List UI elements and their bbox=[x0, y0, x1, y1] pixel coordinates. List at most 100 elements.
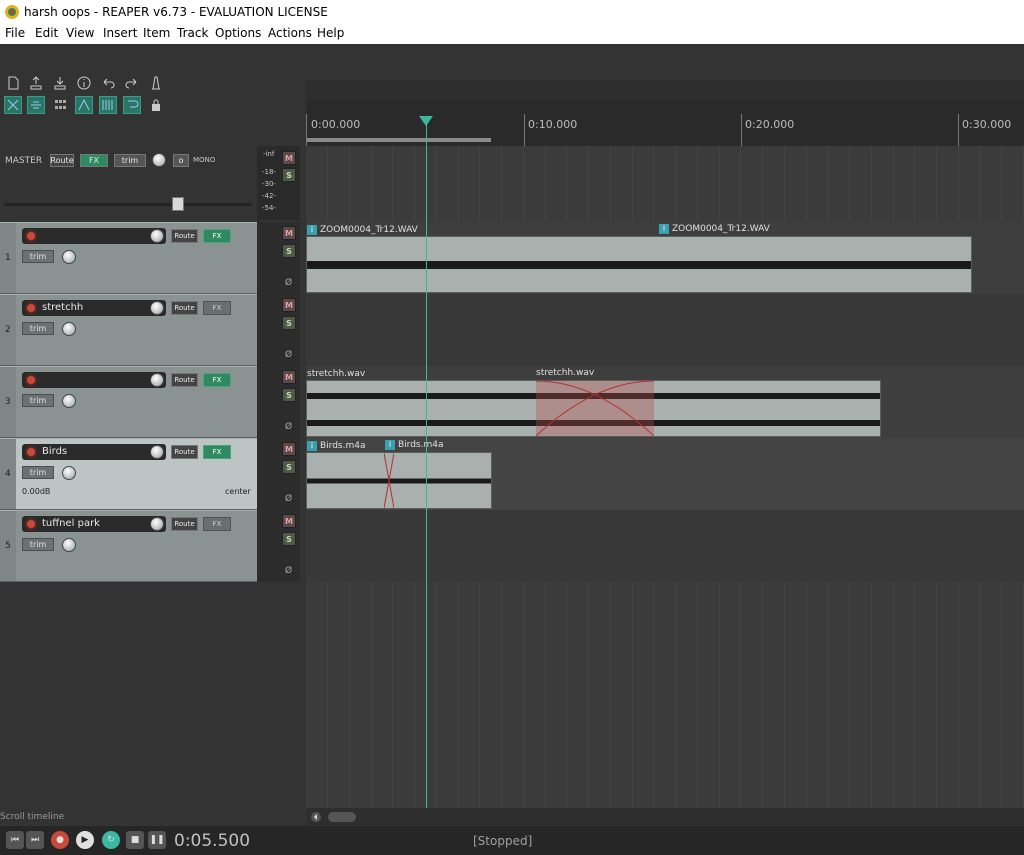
repeat-button[interactable]: ↻ bbox=[102, 831, 120, 849]
master-solo-button[interactable]: S bbox=[282, 168, 296, 182]
time-display[interactable]: 0:05.500 bbox=[174, 831, 250, 851]
new-project-icon[interactable] bbox=[4, 74, 22, 92]
metronome-icon[interactable] bbox=[147, 74, 165, 92]
pan-knob[interactable] bbox=[62, 466, 76, 480]
track-name-field[interactable]: stretchh bbox=[22, 300, 166, 316]
track-2-panel[interactable]: 2 stretchh Route FX trim bbox=[0, 294, 257, 366]
ruler-region-bar[interactable] bbox=[306, 80, 1024, 100]
grid-icon[interactable] bbox=[51, 96, 69, 114]
solo-button[interactable]: S bbox=[282, 532, 296, 546]
route-button[interactable]: Route bbox=[171, 445, 198, 459]
solo-button[interactable]: S bbox=[282, 316, 296, 330]
time-selection[interactable] bbox=[307, 138, 491, 142]
track-3-panel[interactable]: 3 Route FX trim bbox=[0, 366, 257, 438]
route-button[interactable]: Route bbox=[171, 373, 198, 387]
timeline-ruler[interactable]: 0:00.000 0:10.000 0:20.000 0:30.000 bbox=[306, 100, 1024, 146]
mono-icon[interactable]: o bbox=[173, 154, 189, 167]
track-name-field[interactable] bbox=[22, 228, 166, 244]
media-item[interactable]: i Birds.m4a bbox=[306, 441, 492, 509]
master-volume-fader[interactable] bbox=[172, 197, 184, 211]
mute-button[interactable]: M bbox=[282, 514, 296, 528]
horizontal-scrollbar[interactable] bbox=[306, 808, 1024, 826]
fx-button[interactable]: FX bbox=[203, 229, 231, 243]
media-item[interactable]: stretchh.wav bbox=[306, 369, 881, 437]
phase-icon[interactable]: Ø bbox=[285, 566, 292, 576]
mute-button[interactable]: M bbox=[282, 298, 296, 312]
route-button[interactable]: Route bbox=[171, 229, 198, 243]
pan-knob[interactable] bbox=[62, 250, 76, 264]
go-to-start-icon[interactable]: ⏮ bbox=[6, 831, 24, 849]
trim-button[interactable]: trim bbox=[22, 538, 54, 551]
scroll-thumb[interactable] bbox=[328, 812, 356, 822]
mute-button[interactable]: M bbox=[282, 442, 296, 456]
ripple-icon[interactable] bbox=[4, 96, 22, 114]
menu-file[interactable]: File bbox=[5, 26, 25, 40]
pan-knob[interactable] bbox=[62, 322, 76, 336]
track-4-panel[interactable]: 4 Birds Route FX trim 0.00dB center bbox=[0, 438, 257, 510]
volume-knob[interactable] bbox=[150, 301, 164, 315]
redo-icon[interactable] bbox=[123, 74, 141, 92]
volume-knob[interactable] bbox=[150, 445, 164, 459]
link-icon[interactable] bbox=[27, 96, 45, 114]
mute-button[interactable]: M bbox=[282, 226, 296, 240]
info-icon[interactable] bbox=[75, 74, 93, 92]
fx-button[interactable]: FX bbox=[203, 517, 231, 531]
master-mute-button[interactable]: M bbox=[282, 151, 296, 165]
mute-button[interactable]: M bbox=[282, 370, 296, 384]
snap-icon[interactable] bbox=[99, 96, 117, 114]
menu-edit[interactable]: Edit bbox=[35, 26, 58, 40]
master-trim-button[interactable]: trim bbox=[114, 154, 146, 167]
route-button[interactable]: Route bbox=[171, 301, 198, 315]
menu-help[interactable]: Help bbox=[317, 26, 344, 40]
record-arm-icon[interactable] bbox=[25, 302, 37, 314]
media-item[interactable]: i ZOOM0004_Tr12.WAV bbox=[306, 225, 972, 293]
track-lane-2[interactable] bbox=[306, 294, 1024, 366]
route-button[interactable]: Route bbox=[171, 517, 198, 531]
go-to-end-icon[interactable]: ⏭ bbox=[26, 831, 44, 849]
master-fx-button[interactable]: FX bbox=[80, 154, 108, 167]
trim-button[interactable]: trim bbox=[22, 250, 54, 263]
solo-button[interactable]: S bbox=[282, 244, 296, 258]
volume-knob[interactable] bbox=[150, 373, 164, 387]
save-icon[interactable] bbox=[27, 74, 45, 92]
fx-button[interactable]: FX bbox=[203, 301, 231, 315]
track-name-field[interactable]: Birds bbox=[22, 444, 166, 460]
trim-button[interactable]: trim bbox=[22, 394, 54, 407]
stop-button[interactable]: ■ bbox=[126, 831, 144, 849]
pan-knob[interactable] bbox=[62, 394, 76, 408]
playhead-cursor[interactable] bbox=[426, 117, 427, 808]
volume-knob[interactable] bbox=[150, 517, 164, 531]
record-arm-icon[interactable] bbox=[25, 374, 37, 386]
phase-icon[interactable]: Ø bbox=[285, 350, 292, 360]
fx-button[interactable]: FX bbox=[203, 445, 231, 459]
scroll-left-icon[interactable] bbox=[310, 811, 322, 823]
lock-icon[interactable] bbox=[147, 96, 165, 114]
master-route-button[interactable]: Route bbox=[50, 154, 74, 167]
trim-button[interactable]: trim bbox=[22, 322, 54, 335]
record-button[interactable]: ● bbox=[51, 831, 69, 849]
auto-crossfade-icon[interactable] bbox=[75, 96, 93, 114]
menu-insert[interactable]: Insert bbox=[103, 26, 137, 40]
load-icon[interactable] bbox=[51, 74, 69, 92]
track-name-field[interactable] bbox=[22, 372, 166, 388]
record-arm-icon[interactable] bbox=[25, 230, 37, 242]
track-5-panel[interactable]: 5 tuffnel park Route FX trim bbox=[0, 510, 257, 582]
menu-track[interactable]: Track bbox=[177, 26, 208, 40]
phase-icon[interactable]: Ø bbox=[285, 494, 292, 504]
record-arm-icon[interactable] bbox=[25, 518, 37, 530]
solo-button[interactable]: S bbox=[282, 388, 296, 402]
pan-knob[interactable] bbox=[62, 538, 76, 552]
loop-icon[interactable] bbox=[123, 96, 141, 114]
menu-options[interactable]: Options bbox=[215, 26, 261, 40]
master-pan-knob[interactable] bbox=[152, 153, 166, 167]
menu-item[interactable]: Item bbox=[143, 26, 170, 40]
record-arm-icon[interactable] bbox=[25, 446, 37, 458]
menu-view[interactable]: View bbox=[66, 26, 94, 40]
phase-icon[interactable]: Ø bbox=[285, 422, 292, 432]
track-name-field[interactable]: tuffnel park bbox=[22, 516, 166, 532]
track-1-panel[interactable]: 1 Route FX trim bbox=[0, 222, 257, 294]
volume-knob[interactable] bbox=[150, 229, 164, 243]
solo-button[interactable]: S bbox=[282, 460, 296, 474]
trim-button[interactable]: trim bbox=[22, 466, 54, 479]
menu-actions[interactable]: Actions bbox=[268, 26, 312, 40]
